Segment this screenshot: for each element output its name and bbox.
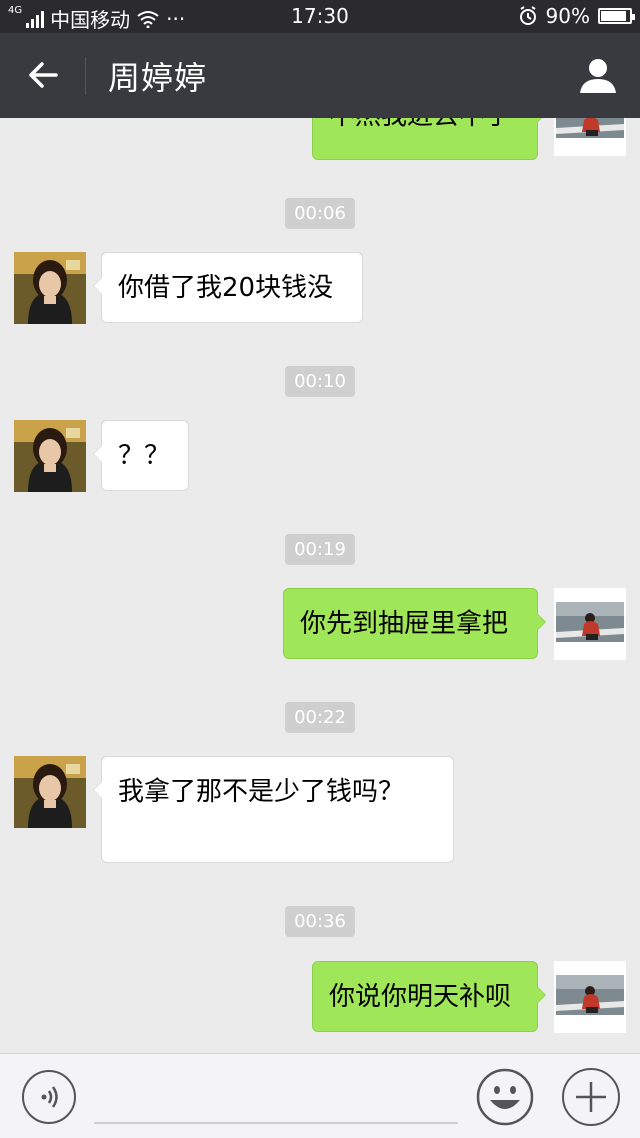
timestamp-label: 00:19	[285, 534, 355, 565]
alarm-icon	[519, 6, 536, 25]
message-input[interactable]	[94, 1074, 458, 1124]
person-icon[interactable]	[578, 55, 618, 95]
input-bar	[0, 1053, 640, 1138]
my-avatar[interactable]	[554, 118, 626, 156]
status-right: 90%	[518, 4, 635, 28]
timestamp-label: 00:36	[285, 906, 355, 937]
header-divider	[85, 57, 86, 95]
message-timestamp: 00:36	[0, 906, 640, 937]
contact-avatar[interactable]	[14, 420, 86, 492]
smiley-icon[interactable]	[476, 1068, 534, 1126]
timestamp-label: 00:06	[285, 198, 355, 229]
outgoing-message[interactable]: 你先到抽屉里拿把	[283, 588, 546, 659]
chat-messages[interactable]: 不然我进去不了 00:06 你借了我20块钱没 00:10 ？？ 00:19 你先到抽屉里拿…	[0, 118, 640, 1053]
message-timestamp: 00:06	[0, 198, 640, 229]
outgoing-message[interactable]: 不然我进去不了	[312, 118, 546, 160]
my-avatar[interactable]	[554, 587, 626, 660]
back-arrow-icon[interactable]	[26, 57, 62, 93]
message-timestamp: 00:10	[0, 366, 640, 397]
battery-icon	[598, 8, 635, 24]
incoming-message[interactable]: 你借了我20块钱没	[93, 252, 363, 323]
timestamp-label: 00:22	[285, 702, 355, 733]
battery-percent: 90%	[545, 4, 590, 28]
timestamp-label: 00:10	[285, 366, 355, 397]
message-timestamp: 00:19	[0, 534, 640, 565]
contact-avatar[interactable]	[14, 252, 86, 324]
outgoing-message[interactable]: 你说你明天补呗	[312, 961, 546, 1032]
incoming-message[interactable]: ？？	[93, 420, 189, 491]
chat-title: 周婷婷	[108, 59, 208, 97]
plus-icon[interactable]	[562, 1068, 620, 1126]
message-timestamp: 00:22	[0, 702, 640, 733]
voice-icon[interactable]	[22, 1070, 76, 1124]
contact-avatar[interactable]	[14, 756, 86, 828]
status-bar: 4G 中国移动 ··· 17:30 90%	[0, 0, 640, 33]
battery-fill	[601, 11, 627, 21]
incoming-message[interactable]: 我拿了那不是少了钱吗？	[93, 756, 454, 863]
chat-header: 周婷婷	[0, 33, 640, 118]
my-avatar[interactable]	[554, 960, 626, 1033]
